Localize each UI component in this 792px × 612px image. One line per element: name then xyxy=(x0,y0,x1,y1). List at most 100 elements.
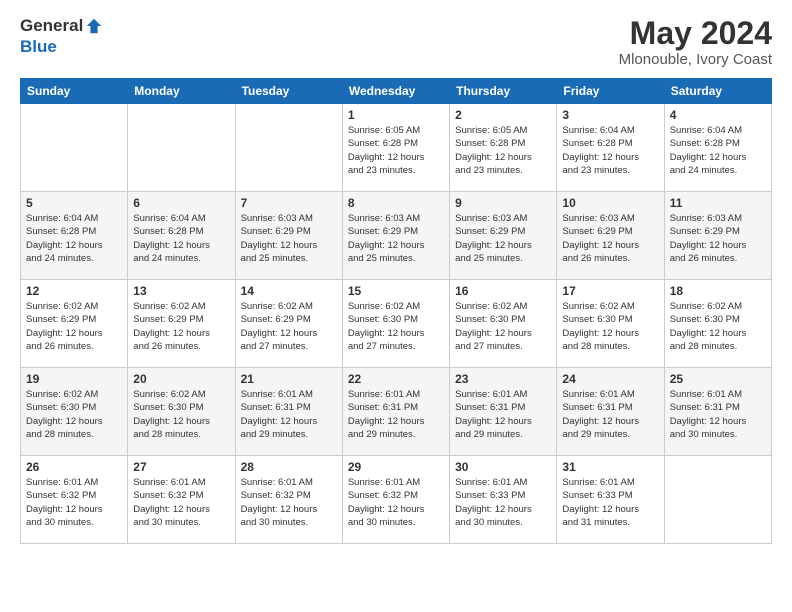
calendar-cell xyxy=(664,456,771,544)
day-info: Sunrise: 6:04 AM Sunset: 6:28 PM Dayligh… xyxy=(670,124,766,177)
calendar-week-2: 5 Sunrise: 6:04 AM Sunset: 6:28 PM Daylig… xyxy=(21,192,772,280)
day-number: 3 xyxy=(562,108,658,122)
day-number: 25 xyxy=(670,372,766,386)
calendar-cell: 12 Sunrise: 6:02 AM Sunset: 6:29 PM Dayli… xyxy=(21,280,128,368)
day-info: Sunrise: 6:02 AM Sunset: 6:30 PM Dayligh… xyxy=(133,388,229,441)
calendar-cell: 23Sunrise: 6:01 AM Sunset: 6:31 PM Dayli… xyxy=(450,368,557,456)
day-number: 26 xyxy=(26,460,122,474)
calendar-cell: 9Sunrise: 6:03 AM Sunset: 6:29 PM Daylig… xyxy=(450,192,557,280)
logo-icon xyxy=(85,17,103,35)
calendar-cell: 8 Sunrise: 6:03 AM Sunset: 6:29 PM Daylig… xyxy=(342,192,449,280)
calendar-cell: 30 Sunrise: 6:01 AM Sunset: 6:33 PM Dayli… xyxy=(450,456,557,544)
calendar-cell: 2 Sunrise: 6:05 AM Sunset: 6:28 PM Daylig… xyxy=(450,104,557,192)
calendar-cell xyxy=(128,104,235,192)
calendar-cell: 4 Sunrise: 6:04 AM Sunset: 6:28 PM Daylig… xyxy=(664,104,771,192)
day-number: 8 xyxy=(348,196,444,210)
day-number: 24 xyxy=(562,372,658,386)
day-number: 14 xyxy=(241,284,337,298)
calendar-cell: 21Sunrise: 6:01 AM Sunset: 6:31 PM Dayli… xyxy=(235,368,342,456)
calendar-cell: 19 Sunrise: 6:02 AM Sunset: 6:30 PM Dayli… xyxy=(21,368,128,456)
calendar-cell: 5 Sunrise: 6:04 AM Sunset: 6:28 PM Daylig… xyxy=(21,192,128,280)
day-info: Sunrise: 6:01 AM Sunset: 6:32 PM Dayligh… xyxy=(133,476,229,529)
calendar-cell xyxy=(21,104,128,192)
day-info: Sunrise: 6:02 AM Sunset: 6:29 PM Dayligh… xyxy=(133,300,229,353)
calendar-cell: 29Sunrise: 6:01 AM Sunset: 6:32 PM Dayli… xyxy=(342,456,449,544)
calendar-cell: 16Sunrise: 6:02 AM Sunset: 6:30 PM Dayli… xyxy=(450,280,557,368)
calendar-cell: 25Sunrise: 6:01 AM Sunset: 6:31 PM Dayli… xyxy=(664,368,771,456)
calendar-week-1: 1 Sunrise: 6:05 AM Sunset: 6:28 PM Daylig… xyxy=(21,104,772,192)
day-info: Sunrise: 6:01 AM Sunset: 6:31 PM Dayligh… xyxy=(455,388,551,441)
header-row: SundayMondayTuesdayWednesdayThursdayFrid… xyxy=(21,79,772,104)
header-cell-monday: Monday xyxy=(128,79,235,104)
calendar-header: SundayMondayTuesdayWednesdayThursdayFrid… xyxy=(21,79,772,104)
day-info: Sunrise: 6:04 AM Sunset: 6:28 PM Dayligh… xyxy=(133,212,229,265)
day-number: 12 xyxy=(26,284,122,298)
day-number: 17 xyxy=(562,284,658,298)
day-number: 19 xyxy=(26,372,122,386)
calendar-cell: 1 Sunrise: 6:05 AM Sunset: 6:28 PM Daylig… xyxy=(342,104,449,192)
day-number: 27 xyxy=(133,460,229,474)
logo: General Blue xyxy=(20,16,103,57)
day-info: Sunrise: 6:02 AM Sunset: 6:29 PM Dayligh… xyxy=(26,300,122,353)
day-info: Sunrise: 6:03 AM Sunset: 6:29 PM Dayligh… xyxy=(348,212,444,265)
day-number: 28 xyxy=(241,460,337,474)
header: General Blue May 2024 Mlonouble, Ivory C… xyxy=(20,16,772,68)
day-info: Sunrise: 6:02 AM Sunset: 6:30 PM Dayligh… xyxy=(562,300,658,353)
calendar-week-5: 26 Sunrise: 6:01 AM Sunset: 6:32 PM Dayli… xyxy=(21,456,772,544)
day-info: Sunrise: 6:02 AM Sunset: 6:29 PM Dayligh… xyxy=(241,300,337,353)
day-info: Sunrise: 6:01 AM Sunset: 6:33 PM Dayligh… xyxy=(562,476,658,529)
day-info: Sunrise: 6:05 AM Sunset: 6:28 PM Dayligh… xyxy=(348,124,444,177)
calendar-cell: 31 Sunrise: 6:01 AM Sunset: 6:33 PM Dayli… xyxy=(557,456,664,544)
calendar-table: SundayMondayTuesdayWednesdayThursdayFrid… xyxy=(20,78,772,544)
day-number: 21 xyxy=(241,372,337,386)
day-number: 5 xyxy=(26,196,122,210)
calendar-cell: 7 Sunrise: 6:03 AM Sunset: 6:29 PM Daylig… xyxy=(235,192,342,280)
day-info: Sunrise: 6:05 AM Sunset: 6:28 PM Dayligh… xyxy=(455,124,551,177)
day-info: Sunrise: 6:01 AM Sunset: 6:33 PM Dayligh… xyxy=(455,476,551,529)
day-number: 18 xyxy=(670,284,766,298)
calendar-cell: 26Sunrise: 6:01 AM Sunset: 6:32 PM Dayli… xyxy=(21,456,128,544)
day-number: 15 xyxy=(348,284,444,298)
calendar-cell: 13Sunrise: 6:02 AM Sunset: 6:29 PM Dayli… xyxy=(128,280,235,368)
day-number: 1 xyxy=(348,108,444,122)
day-info: Sunrise: 6:04 AM Sunset: 6:28 PM Dayligh… xyxy=(26,212,122,265)
day-info: Sunrise: 6:02 AM Sunset: 6:30 PM Dayligh… xyxy=(670,300,766,353)
logo-general-text: General xyxy=(20,16,83,36)
day-info: Sunrise: 6:03 AM Sunset: 6:29 PM Dayligh… xyxy=(241,212,337,265)
location-text: Mlonouble, Ivory Coast xyxy=(619,51,772,68)
day-info: Sunrise: 6:03 AM Sunset: 6:29 PM Dayligh… xyxy=(562,212,658,265)
calendar-week-3: 12 Sunrise: 6:02 AM Sunset: 6:29 PM Dayli… xyxy=(21,280,772,368)
day-number: 2 xyxy=(455,108,551,122)
day-info: Sunrise: 6:01 AM Sunset: 6:32 PM Dayligh… xyxy=(241,476,337,529)
day-number: 10 xyxy=(562,196,658,210)
day-number: 4 xyxy=(670,108,766,122)
day-number: 20 xyxy=(133,372,229,386)
calendar-cell: 20 Sunrise: 6:02 AM Sunset: 6:30 PM Dayli… xyxy=(128,368,235,456)
calendar-cell: 17 Sunrise: 6:02 AM Sunset: 6:30 PM Dayli… xyxy=(557,280,664,368)
header-cell-saturday: Saturday xyxy=(664,79,771,104)
day-number: 31 xyxy=(562,460,658,474)
calendar-cell: 18 Sunrise: 6:02 AM Sunset: 6:30 PM Dayli… xyxy=(664,280,771,368)
month-title: May 2024 xyxy=(619,16,772,51)
day-info: Sunrise: 6:01 AM Sunset: 6:31 PM Dayligh… xyxy=(348,388,444,441)
calendar-cell: 22 Sunrise: 6:01 AM Sunset: 6:31 PM Dayli… xyxy=(342,368,449,456)
day-number: 30 xyxy=(455,460,551,474)
calendar-cell: 24Sunrise: 6:01 AM Sunset: 6:31 PM Dayli… xyxy=(557,368,664,456)
day-number: 9 xyxy=(455,196,551,210)
header-cell-friday: Friday xyxy=(557,79,664,104)
calendar-cell: 27 Sunrise: 6:01 AM Sunset: 6:32 PM Dayli… xyxy=(128,456,235,544)
day-info: Sunrise: 6:02 AM Sunset: 6:30 PM Dayligh… xyxy=(348,300,444,353)
day-info: Sunrise: 6:04 AM Sunset: 6:28 PM Dayligh… xyxy=(562,124,658,177)
day-info: Sunrise: 6:02 AM Sunset: 6:30 PM Dayligh… xyxy=(455,300,551,353)
calendar-cell: 3 Sunrise: 6:04 AM Sunset: 6:28 PM Daylig… xyxy=(557,104,664,192)
calendar-cell: 15 Sunrise: 6:02 AM Sunset: 6:30 PM Dayli… xyxy=(342,280,449,368)
day-info: Sunrise: 6:01 AM Sunset: 6:32 PM Dayligh… xyxy=(348,476,444,529)
day-number: 22 xyxy=(348,372,444,386)
header-cell-sunday: Sunday xyxy=(21,79,128,104)
header-cell-thursday: Thursday xyxy=(450,79,557,104)
calendar-cell: 10 Sunrise: 6:03 AM Sunset: 6:29 PM Dayli… xyxy=(557,192,664,280)
day-info: Sunrise: 6:02 AM Sunset: 6:30 PM Dayligh… xyxy=(26,388,122,441)
day-number: 7 xyxy=(241,196,337,210)
day-number: 11 xyxy=(670,196,766,210)
title-section: May 2024 Mlonouble, Ivory Coast xyxy=(619,16,772,68)
